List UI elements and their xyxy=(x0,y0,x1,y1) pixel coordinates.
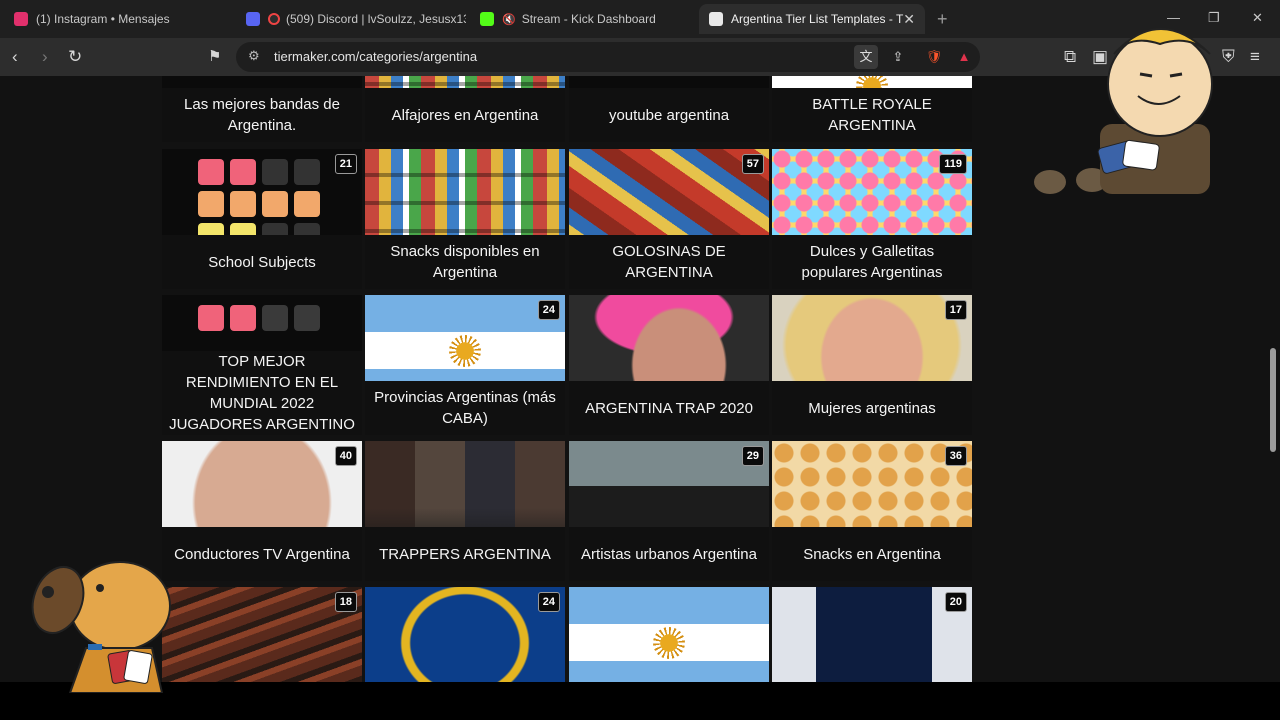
item-count-badge: 17 xyxy=(944,300,967,320)
card-title: TOP MEJOR RENDIMIENTO EN EL MUNDIAL 2022… xyxy=(162,351,362,435)
card-thumbnail xyxy=(772,587,972,682)
tab-tiermaker[interactable]: Argentina Tier List Templates - T ✕ xyxy=(699,4,925,34)
card-thumbnail xyxy=(365,587,565,682)
item-count-badge: 57 xyxy=(741,154,764,174)
template-card[interactable] xyxy=(569,587,769,682)
card-title: GOLOSINAS DE ARGENTINA xyxy=(569,235,769,289)
item-count-badge: 119 xyxy=(939,154,967,174)
item-count-badge: 18 xyxy=(334,592,357,612)
card-title: Conductores TV Argentina xyxy=(162,527,362,581)
card-thumbnail xyxy=(162,587,362,682)
template-card[interactable]: 36 Snacks en Argentina xyxy=(772,441,972,581)
tab-label: Stream - Kick Dashboard xyxy=(521,12,656,26)
template-card[interactable]: 24 xyxy=(365,587,565,682)
new-tab-button[interactable]: + xyxy=(937,9,948,30)
subject-tile xyxy=(294,305,320,331)
bottom-bar xyxy=(0,682,1280,720)
card-title: Artistas urbanos Argentina xyxy=(569,527,769,581)
reload-icon[interactable]: ↻ xyxy=(68,47,82,67)
scrollbar[interactable] xyxy=(1266,76,1280,682)
template-card[interactable]: 20 xyxy=(772,587,972,682)
address-bar[interactable]: ⚙ tiermaker.com/categories/argentina 文 ⇪… xyxy=(236,42,980,72)
recording-icon xyxy=(268,13,280,25)
tiermaker-icon xyxy=(709,12,723,26)
subject-tile xyxy=(294,191,320,217)
template-card[interactable]: 29 Artistas urbanos Argentina xyxy=(569,441,769,581)
template-card[interactable]: TOP MEJOR RENDIMIENTO EN EL MUNDIAL 2022… xyxy=(162,295,362,435)
tab-instagram[interactable]: (1) Instagram • Mensajes xyxy=(4,4,234,34)
template-card[interactable]: 24 Provincias Argentinas (más CABA) xyxy=(365,295,565,435)
sun-of-may-icon xyxy=(653,627,685,659)
discord-icon xyxy=(246,12,260,26)
forward-icon[interactable]: › xyxy=(42,47,48,67)
template-card[interactable]: 57 GOLOSINAS DE ARGENTINA xyxy=(569,149,769,289)
scrollbar-thumb[interactable] xyxy=(1270,348,1276,452)
subject-tile xyxy=(262,191,288,217)
muted-icon: 🔇 xyxy=(502,13,516,26)
card-title: Alfajores en Argentina xyxy=(365,88,565,142)
back-icon[interactable]: ‹ xyxy=(12,47,18,67)
card-title: TRAPPERS ARGENTINA xyxy=(365,527,565,581)
tab-label: (509) Discord | lvSoulzz, Jesusx13 xyxy=(286,12,466,26)
sun-of-may-icon xyxy=(449,335,481,367)
card-title: youtube argentina xyxy=(569,88,769,142)
translate-icon[interactable]: 文 xyxy=(854,45,878,69)
subject-tile xyxy=(262,159,288,185)
template-card[interactable]: BATTLE ROYALE ARGENTINA xyxy=(772,76,972,142)
brave-rewards-icon[interactable]: ▲ xyxy=(952,45,976,69)
subject-tile xyxy=(262,305,288,331)
card-title: Dulces y Galletitas populares Argentinas xyxy=(772,235,972,289)
card-title: Snacks en Argentina xyxy=(772,527,972,581)
template-card[interactable]: 119 Dulces y Galletitas populares Argenti… xyxy=(772,149,972,289)
cartoon-dog-cards-overlay xyxy=(31,561,171,693)
item-count-badge: 20 xyxy=(944,592,967,612)
site-info-icon[interactable]: ⚙ xyxy=(248,48,260,64)
template-card[interactable]: Snacks disponibles en Argentina xyxy=(365,149,565,289)
card-title: School Subjects xyxy=(162,235,362,289)
subject-tile xyxy=(294,159,320,185)
card-title: Provincias Argentinas (más CABA) xyxy=(365,381,565,435)
subject-tile xyxy=(198,159,224,185)
tab-kick[interactable]: 🔇 Stream - Kick Dashboard xyxy=(470,4,695,34)
item-count-badge: 24 xyxy=(537,592,560,612)
menu-icon[interactable]: ≡ xyxy=(1250,47,1260,67)
template-card[interactable]: 40 Conductores TV Argentina xyxy=(162,441,362,581)
card-title: ARGENTINA TRAP 2020 xyxy=(569,381,769,435)
template-card[interactable]: TRAPPERS ARGENTINA xyxy=(365,441,565,581)
template-card[interactable]: Alfajores en Argentina xyxy=(365,76,565,142)
template-card[interactable]: 21 School Subjects xyxy=(162,149,362,289)
subject-tile xyxy=(230,159,256,185)
template-card[interactable]: Las mejores bandas de Argentina. xyxy=(162,76,362,142)
template-card[interactable]: ARGENTINA TRAP 2020 xyxy=(569,295,769,435)
template-card[interactable]: 18 xyxy=(162,587,362,682)
subject-tile xyxy=(198,305,224,331)
subject-tile xyxy=(230,305,256,331)
card-title: Mujeres argentinas xyxy=(772,381,972,435)
item-count-badge: 29 xyxy=(741,446,764,466)
instagram-icon xyxy=(14,12,28,26)
card-title: BATTLE ROYALE ARGENTINA xyxy=(772,88,972,142)
template-card[interactable]: youtube argentina xyxy=(569,76,769,142)
card-title: Las mejores bandas de Argentina. xyxy=(162,88,362,142)
subject-tile xyxy=(230,191,256,217)
item-count-badge: 36 xyxy=(944,446,967,466)
card-thumbnail xyxy=(569,587,769,682)
brave-shield-icon[interactable]: 🛡 xyxy=(922,45,946,69)
close-tab-icon[interactable]: ✕ xyxy=(903,11,915,28)
share-icon[interactable]: ⇪ xyxy=(886,45,910,69)
url-text: tiermaker.com/categories/argentina xyxy=(274,49,478,64)
card-title: Snacks disponibles en Argentina xyxy=(365,235,565,289)
tab-discord[interactable]: (509) Discord | lvSoulzz, Jesusx13 xyxy=(236,4,466,34)
item-count-badge: 40 xyxy=(334,446,357,466)
tab-label: (1) Instagram • Mensajes xyxy=(36,12,170,26)
bookmark-icon[interactable]: ⚑ xyxy=(208,47,221,67)
cartoon-character-cards-overlay xyxy=(1034,28,1213,194)
subject-tile xyxy=(198,191,224,217)
close-window-icon[interactable]: ✕ xyxy=(1252,10,1263,26)
tab-label: Argentina Tier List Templates - T xyxy=(731,12,904,26)
kick-icon xyxy=(480,12,494,26)
item-count-badge: 21 xyxy=(334,154,357,174)
item-count-badge: 24 xyxy=(537,300,560,320)
template-card[interactable]: 17 Mujeres argentinas xyxy=(772,295,972,435)
